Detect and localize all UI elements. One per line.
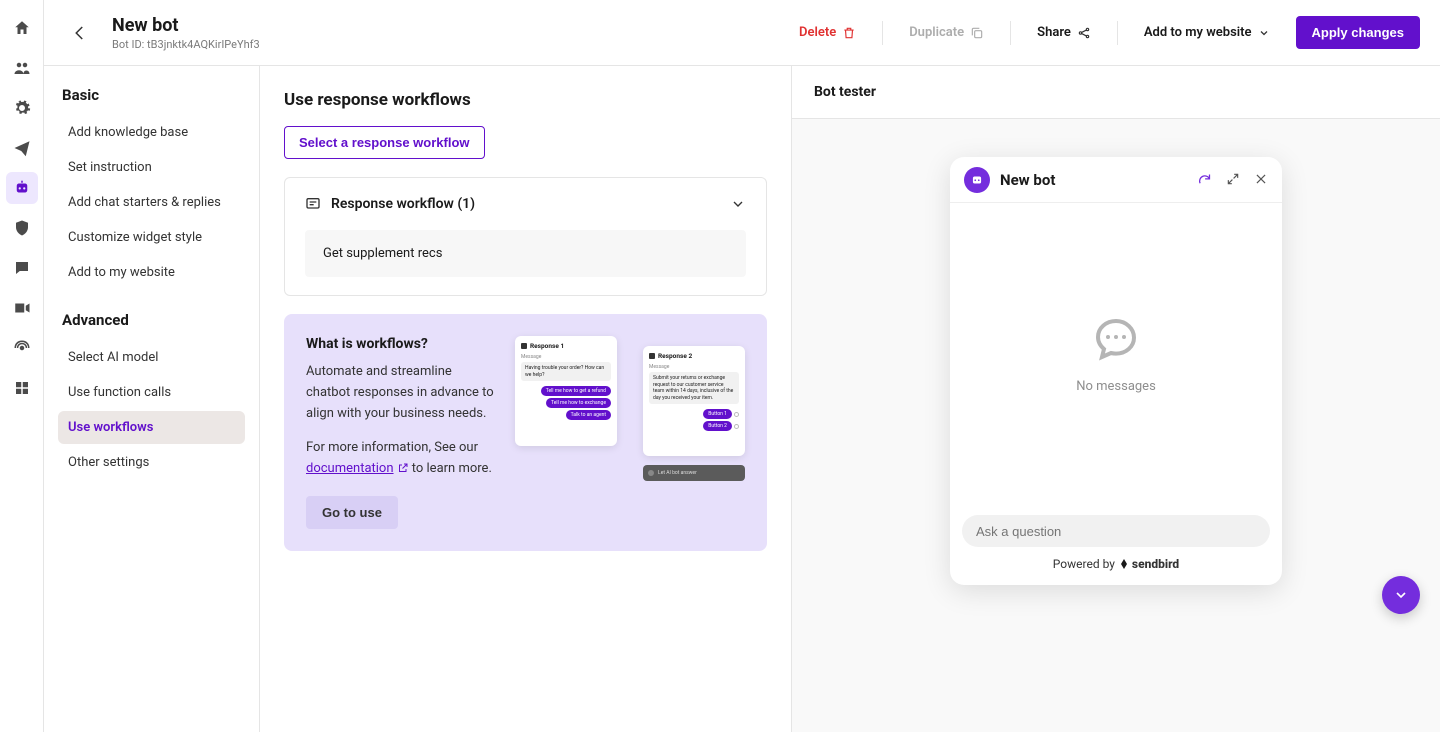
video-icon (13, 299, 31, 317)
widget-refresh-button[interactable] (1197, 172, 1212, 187)
people-icon (13, 59, 31, 77)
widget-avatar (964, 167, 990, 193)
rail-video[interactable] (6, 292, 38, 324)
sidebar-item-ai-model[interactable]: Select AI model (58, 341, 245, 374)
widget-header: New bot (950, 157, 1282, 203)
page-title: New bot (112, 15, 260, 36)
sidebar-item-function-calls[interactable]: Use function calls (58, 376, 245, 409)
copy-icon (970, 26, 984, 40)
widget-input[interactable] (976, 524, 1256, 539)
chevron-down-icon (1258, 27, 1270, 39)
go-to-use-button[interactable]: Go to use (306, 496, 398, 529)
close-icon (1254, 172, 1268, 186)
sidebar-item-chat-starters[interactable]: Add chat starters & replies (58, 186, 245, 219)
chat-icon (13, 259, 31, 277)
bot-tester-panel: Bot tester New bot (792, 66, 1440, 732)
rail-send[interactable] (6, 132, 38, 164)
widget-footer: Powered by sendbird (950, 557, 1282, 585)
select-workflow-button[interactable]: Select a response workflow (284, 126, 485, 159)
widget-body: No messages (950, 203, 1282, 505)
workflow-item[interactable]: Get supplement recs (305, 230, 746, 277)
workflow-card: Response workflow (1) Get supplement rec… (284, 177, 767, 296)
sidebar-item-other-settings[interactable]: Other settings (58, 446, 245, 479)
chat-bubble-icon (1092, 315, 1140, 363)
bot-tester-heading: Bot tester (792, 66, 1440, 119)
gear-icon (13, 99, 31, 117)
rail-shield[interactable] (6, 212, 38, 244)
sidebar-heading-advanced: Advanced (58, 311, 245, 329)
sidebar-heading-basic: Basic (58, 86, 245, 104)
page-header: New bot Bot ID: tB3jnktk4AQKirIPeYhf3 De… (44, 0, 1440, 66)
settings-sidebar: Basic Add knowledge base Set instruction… (44, 66, 260, 732)
rail-home[interactable] (6, 12, 38, 44)
sidebar-item-instruction[interactable]: Set instruction (58, 151, 245, 184)
add-to-website-dropdown[interactable]: Add to my website (1134, 19, 1280, 46)
workflow-header[interactable]: Response workflow (1) (305, 196, 746, 212)
paper-plane-icon (13, 139, 31, 157)
workflow-title: Response workflow (1) (331, 196, 720, 212)
widget-title: New bot (1000, 171, 1187, 189)
back-button[interactable] (64, 17, 96, 49)
chat-widget: New bot No messages (950, 157, 1282, 585)
delete-button[interactable]: Delete (789, 19, 866, 46)
chevron-down-icon (730, 196, 746, 212)
icon-rail (0, 0, 44, 732)
info-body: Automate and streamline chatbot response… (306, 362, 495, 424)
app-icon (13, 379, 31, 397)
sidebar-item-add-website[interactable]: Add to my website (58, 256, 245, 289)
share-icon (1077, 26, 1091, 40)
rail-settings[interactable] (6, 92, 38, 124)
powered-brand: sendbird (1132, 557, 1179, 571)
info-card: What is workflows? Automate and streamli… (284, 314, 767, 551)
info-title: What is workflows? (306, 336, 495, 352)
workflow-icon (305, 196, 321, 212)
rail-people[interactable] (6, 52, 38, 84)
shield-icon (13, 219, 31, 237)
main-panel: Use response workflows Select a response… (260, 66, 792, 732)
sidebar-item-knowledge-base[interactable]: Add knowledge base (58, 116, 245, 149)
bot-id-label: Bot ID: tB3jnktk4AQKirIPeYhf3 (112, 38, 260, 51)
broadcast-icon (13, 339, 31, 357)
info-more: For more information, See our documentat… (306, 438, 495, 480)
documentation-link[interactable]: documentation (306, 461, 409, 476)
rail-chat[interactable] (6, 252, 38, 284)
widget-collapse-fab[interactable] (1382, 576, 1420, 614)
share-button[interactable]: Share (1027, 19, 1101, 46)
sidebar-item-widget-style[interactable]: Customize widget style (58, 221, 245, 254)
sidebar-item-workflows[interactable]: Use workflows (58, 411, 245, 444)
trash-icon (842, 26, 856, 40)
widget-expand-button[interactable] (1226, 172, 1240, 187)
sendbird-logo-icon (1118, 558, 1130, 570)
rail-app[interactable] (6, 372, 38, 404)
external-link-icon (397, 462, 409, 474)
rail-broadcast[interactable] (6, 332, 38, 364)
widget-input-wrap[interactable] (962, 515, 1270, 547)
section-heading: Use response workflows (284, 90, 767, 110)
arrow-left-icon (71, 24, 89, 42)
home-icon (13, 19, 31, 37)
expand-icon (1226, 172, 1240, 186)
chevron-down-icon (1393, 587, 1409, 603)
bot-icon (970, 173, 984, 187)
apply-changes-button[interactable]: Apply changes (1296, 16, 1420, 49)
no-messages-label: No messages (1076, 379, 1156, 394)
bot-icon (13, 179, 31, 197)
widget-close-button[interactable] (1254, 172, 1268, 187)
info-illustration: Response 1 Message Having trouble your o… (515, 336, 745, 481)
rail-bot[interactable] (6, 172, 38, 204)
duplicate-button[interactable]: Duplicate (899, 19, 994, 46)
refresh-icon (1197, 172, 1212, 187)
